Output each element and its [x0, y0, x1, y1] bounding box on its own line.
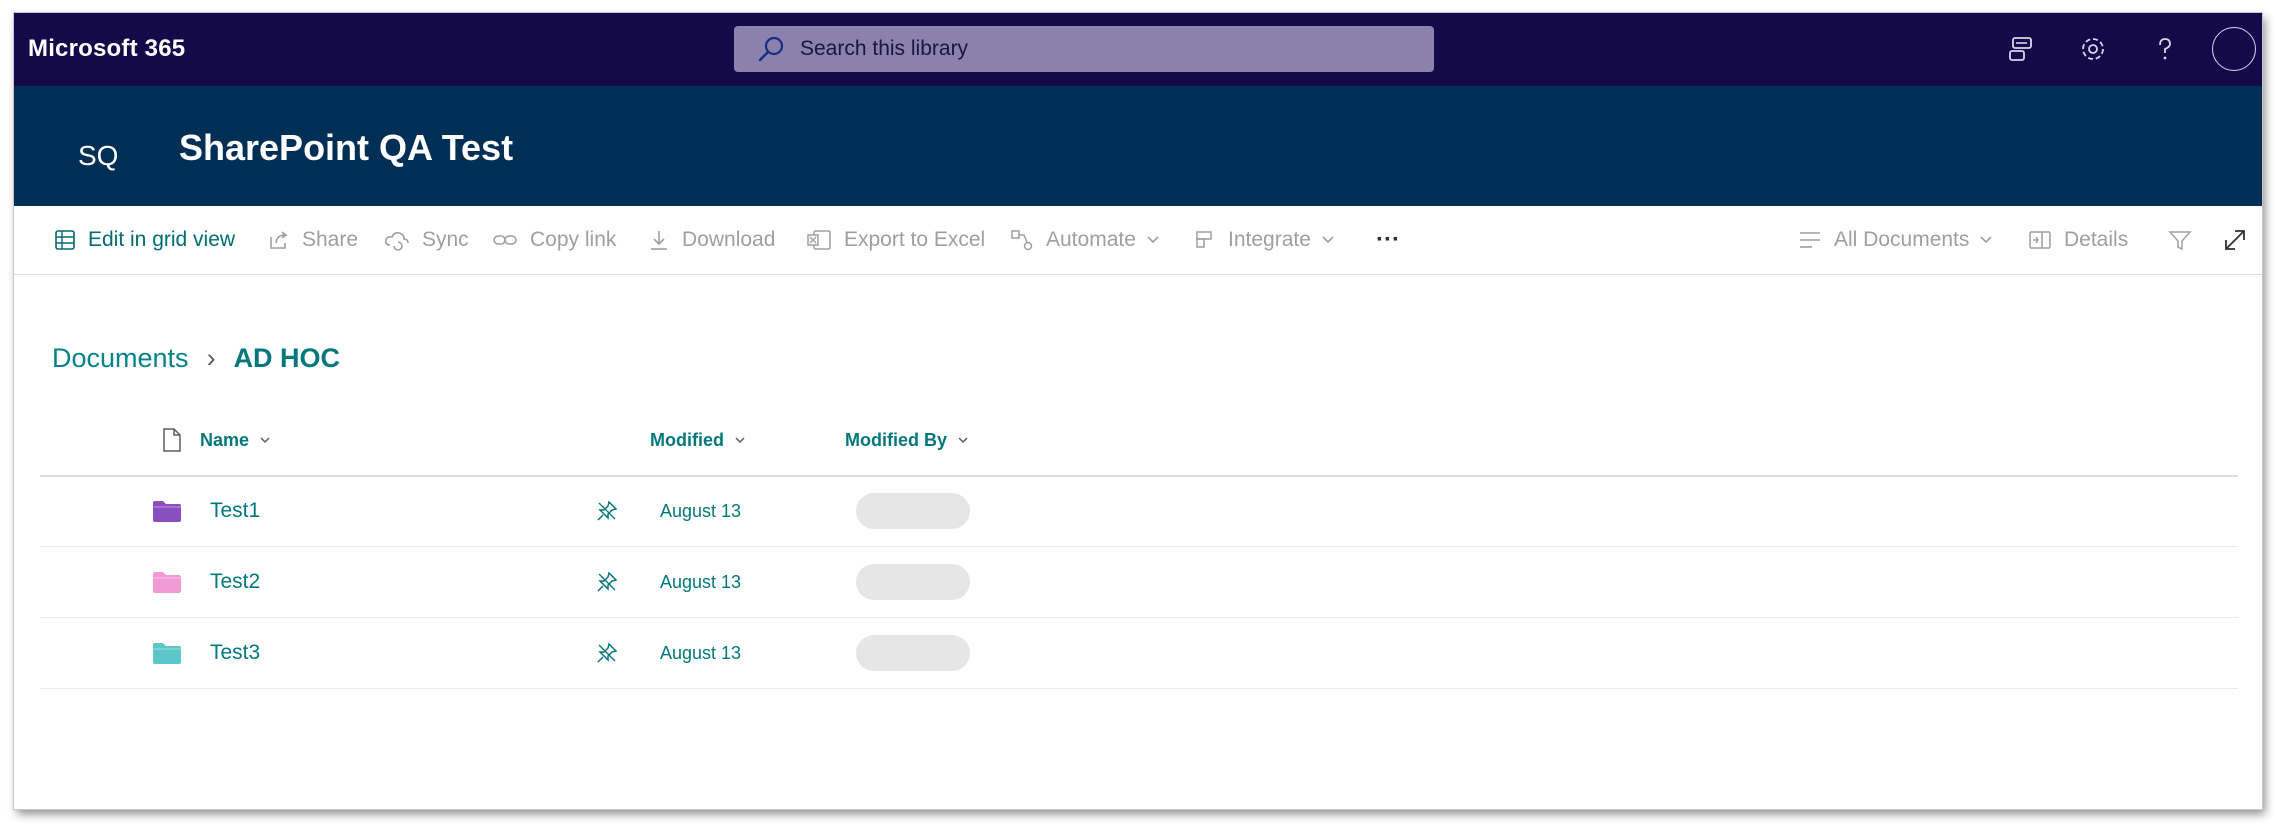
integrate-label: Integrate	[1228, 228, 1311, 251]
modified-by-placeholder	[856, 564, 970, 600]
search-icon	[758, 36, 784, 62]
share-label: Share	[302, 228, 359, 251]
folder-icon	[152, 547, 182, 617]
modified-by-placeholder	[856, 635, 970, 671]
export-excel-button[interactable]: Export to Excel	[806, 206, 985, 274]
modified-date: August 13	[660, 571, 742, 592]
help-icon[interactable]	[2142, 26, 2188, 72]
item-name-link[interactable]: Test2	[210, 570, 260, 594]
copy-link-label: Copy link	[530, 228, 617, 251]
list-view-icon	[1800, 232, 1820, 248]
table-row[interactable]: Test2 August 13	[40, 547, 2238, 618]
export-excel-label: Export to Excel	[844, 228, 986, 251]
pin-icon[interactable]	[596, 476, 618, 546]
modified-date: August 13	[660, 642, 742, 663]
copy-link-button[interactable]: Copy link	[492, 206, 616, 274]
command-bar: Edit in grid view Share Sync Copy link D…	[14, 206, 2262, 275]
view-switcher[interactable]: All Documents	[1798, 206, 1993, 274]
automate-label: Automate	[1046, 228, 1136, 251]
details-button[interactable]: Details	[2028, 206, 2128, 274]
automate-button[interactable]: Automate	[1010, 206, 1160, 274]
breadcrumb: Documents › AD HOC	[52, 343, 340, 374]
item-name-link[interactable]: Test1	[210, 499, 260, 523]
item-name-link[interactable]: Test3	[210, 641, 260, 665]
modified-by-placeholder	[856, 493, 970, 529]
edit-grid-button[interactable]: Edit in grid view	[54, 206, 235, 274]
details-label: Details	[2064, 228, 2129, 251]
chevron-down-icon	[1147, 236, 1159, 244]
table-row[interactable]: Test1 August 13	[40, 476, 2238, 547]
search-box[interactable]: Search this library	[734, 26, 1434, 72]
folder-icon	[152, 476, 182, 546]
chevron-down-icon	[735, 437, 745, 444]
chevron-down-icon	[1322, 236, 1334, 244]
download-icon	[651, 231, 667, 250]
breadcrumb-documents[interactable]: Documents	[52, 343, 189, 374]
share-icon	[270, 231, 288, 249]
table-row[interactable]: Test3 August 13	[40, 618, 2238, 689]
search-input[interactable]: Search this library	[800, 37, 968, 61]
gear-icon[interactable]	[2070, 26, 2116, 72]
integrate-icon	[1196, 231, 1212, 248]
site-title[interactable]: SharePoint QA Test	[179, 127, 513, 169]
column-header-modified[interactable]: Modified	[650, 405, 746, 475]
column-header-modified-by[interactable]: Modified By	[845, 405, 969, 475]
download-button[interactable]: Download	[648, 206, 775, 274]
sync-button[interactable]: Sync	[384, 206, 469, 274]
view-name: All Documents	[1834, 228, 1970, 251]
excel-icon	[807, 230, 831, 250]
modified-date: August 13	[660, 500, 742, 521]
filter-icon[interactable]	[2168, 206, 2204, 274]
file-type-icon[interactable]	[152, 405, 182, 475]
site-logo[interactable]: SQ	[78, 140, 118, 172]
breadcrumb-separator: ›	[206, 343, 216, 373]
details-pane-icon	[2029, 231, 2051, 249]
app-window: Microsoft 365 Search this library SQ Sha…	[14, 13, 2262, 809]
automate-icon	[1011, 230, 1033, 251]
edit-grid-label: Edit in grid view	[88, 228, 236, 251]
sync-label: Sync	[422, 228, 469, 251]
app-launcher-title[interactable]: Microsoft 365	[28, 35, 185, 63]
suite-bar: Microsoft 365 Search this library	[14, 13, 2262, 86]
avatar[interactable]	[2212, 27, 2256, 71]
list-header: Name Modified Modified By	[40, 405, 2238, 477]
chevron-down-icon	[1980, 236, 1992, 244]
sync-icon	[385, 232, 409, 251]
expand-icon[interactable]	[2222, 206, 2260, 274]
feedback-icon[interactable]	[1998, 26, 2044, 72]
download-label: Download	[682, 228, 776, 251]
link-icon	[493, 235, 517, 245]
integrate-button[interactable]: Integrate	[1194, 206, 1335, 274]
folder-icon	[152, 618, 182, 688]
more-button[interactable]: ···	[1376, 206, 1400, 274]
column-header-name[interactable]: Name	[200, 405, 271, 475]
share-button[interactable]: Share	[268, 206, 358, 274]
chevron-down-icon	[958, 437, 968, 444]
site-header: SQ SharePoint QA Test	[14, 86, 2262, 206]
chevron-down-icon	[260, 437, 270, 444]
breadcrumb-current[interactable]: AD HOC	[234, 343, 341, 374]
pin-icon[interactable]	[596, 618, 618, 688]
grid-icon	[55, 230, 75, 250]
pin-icon[interactable]	[596, 547, 618, 617]
